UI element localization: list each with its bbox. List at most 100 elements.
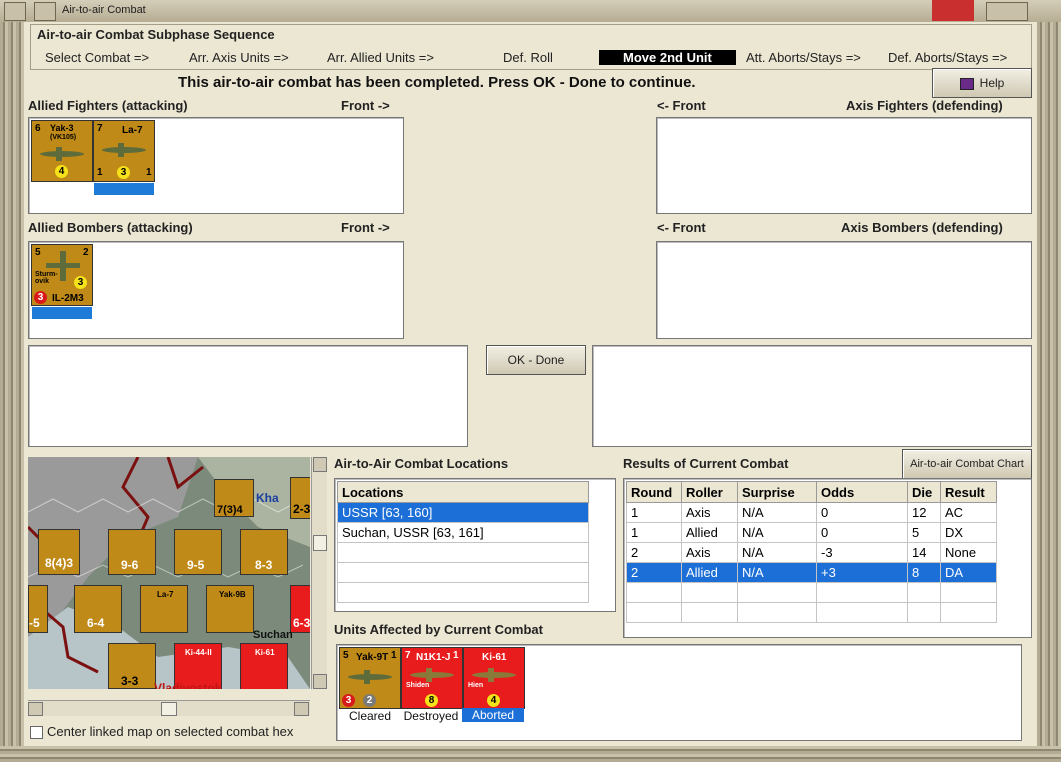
results-row[interactable]: 1 Allied N/A 0 5 DX [626, 522, 997, 543]
results-cell: 1 [626, 502, 682, 523]
map-unit-strength: 9-6 [121, 558, 139, 572]
map-air-unit-name: Ki-61 [255, 648, 275, 657]
restore-icon[interactable] [986, 2, 1028, 21]
results-cell: 0 [816, 522, 908, 543]
map-air-unit-yak-9b[interactable]: Yak-9B [206, 585, 254, 633]
map-unit-strength: 6-3 [293, 616, 310, 630]
unit-top-right: 1 [453, 650, 459, 661]
results-row[interactable]: 2 Axis N/A -3 14 None [626, 542, 997, 563]
results-header-row: Round Roller Surprise Odds Die Result [626, 481, 997, 503]
map-air-unit-la-7[interactable]: La-7 [140, 585, 188, 633]
results-cell: -3 [816, 542, 908, 563]
affected-unit-n1k1-j[interactable]: 7 N1K1-J 1 Shiden 8 [401, 647, 463, 709]
axis-fighters-panel[interactable] [656, 117, 1032, 214]
results-cell: Allied [681, 522, 738, 543]
unit-sub: Hien [468, 682, 484, 689]
locations-list[interactable]: Locations USSR [63, 160] Suchan, USSR [6… [334, 478, 616, 612]
locations-column-header: Locations [337, 481, 589, 503]
unit-name: Yak-3 [50, 123, 74, 133]
unit-circle-value: 3 [117, 166, 130, 179]
unit-counter-yak-3[interactable]: 6 Yak-3 (VK105) 4 [31, 120, 93, 182]
results-cell: 2 [626, 542, 682, 563]
map-unit-infantry-5[interactable]: 3-3 [108, 643, 156, 689]
affected-unit-yak-9t[interactable]: 5 Yak-9T 1 3 2 [339, 647, 401, 709]
system-menu-icon[interactable] [4, 2, 26, 21]
map-unit-infantry-2[interactable]: 9-5 [174, 529, 222, 575]
affected-unit-ki-61[interactable]: Ki-61 Hien 4 [463, 647, 525, 709]
results-cell: 5 [907, 522, 941, 543]
subphase-group: Air-to-air Combat Subphase Sequence Sele… [30, 24, 1032, 70]
air-combat-chart-button[interactable]: Air-to-air Combat Chart [902, 449, 1032, 479]
map-unit-infantry-1[interactable]: 8(4)3 [38, 529, 80, 575]
help-button[interactable]: Help [932, 68, 1032, 98]
affected-status-aborted: Aborted [462, 708, 524, 722]
affected-status-cleared: Cleared [348, 709, 392, 723]
map-scroll-left-icon[interactable] [28, 702, 43, 716]
allied-bombers-front-label: Front -> [341, 220, 390, 235]
map-air-unit-name: Yak-9B [219, 590, 246, 599]
map-unit-edge-3[interactable]: -5 [28, 585, 48, 633]
map-unit-infantry-4[interactable]: 6-4 [74, 585, 122, 633]
map-unit-hq[interactable]: 7(3)4 [214, 479, 254, 517]
results-row[interactable] [626, 602, 997, 623]
results-table: Round Roller Surprise Odds Die Result 1A… [626, 481, 997, 623]
location-row[interactable] [337, 562, 589, 583]
unit-circle-value: 4 [55, 165, 68, 178]
map-horizontal-scrollbar[interactable] [28, 700, 310, 716]
minimize-icon[interactable] [34, 2, 56, 21]
results-row[interactable]: 1 Axis N/A 0 12 AC [626, 502, 997, 523]
location-row[interactable] [337, 542, 589, 563]
allied-fighters-panel[interactable]: 6 Yak-3 (VK105) 4 7 La-7 1 3 1 [28, 117, 404, 214]
results-row[interactable]: 2 Allied N/A +3 8 DA [626, 562, 997, 583]
map-unit-edge-1[interactable]: 2-3 [290, 477, 310, 519]
results-title: Results of Current Combat [623, 456, 789, 471]
unit-selected-bar [32, 307, 92, 319]
unit-bottom-right: 1 [146, 167, 152, 178]
map-air-unit-name: La-7 [157, 590, 174, 599]
map-unit-edge-2[interactable]: 6-3 [290, 585, 310, 633]
help-button-label: Help [979, 76, 1005, 90]
location-row[interactable]: Suchan, USSR [63, 161] [337, 522, 589, 543]
map-scroll-right-icon[interactable] [294, 702, 309, 716]
title-bar: Air-to-air Combat [0, 0, 1061, 23]
map-air-unit-ki-61[interactable]: Ki-61 [240, 643, 288, 689]
step-select-combat: Select Combat => [45, 50, 150, 65]
map-unit-strength: 8-3 [255, 558, 273, 572]
plane-icon [410, 668, 454, 682]
location-row[interactable] [337, 582, 589, 603]
unit-counter-la-7[interactable]: 7 La-7 1 3 1 [93, 120, 155, 195]
location-row[interactable]: USSR [63, 160] [337, 502, 589, 523]
unit-bottom-left: 1 [97, 167, 103, 178]
location-cell: Suchan, USSR [63, 161] [337, 522, 589, 543]
locations-table: Locations USSR [63, 160] Suchan, USSR [6… [337, 481, 589, 603]
map-unit-armor[interactable]: 9-6 [108, 529, 156, 575]
results-cell: 2 [626, 562, 682, 583]
map-scroll-up-icon[interactable] [313, 457, 327, 472]
ok-done-button[interactable]: OK - Done [486, 345, 586, 375]
unit-sub: (VK105) [50, 134, 77, 141]
subphase-group-label: Air-to-air Combat Subphase Sequence [37, 27, 275, 42]
results-row[interactable] [626, 582, 997, 603]
map-vertical-scrollbar[interactable] [311, 457, 327, 689]
axis-bombers-panel[interactable] [656, 241, 1032, 339]
center-map-checkbox[interactable] [30, 726, 43, 739]
affected-units-panel[interactable]: 5 Yak-9T 1 3 2 Cleared 7 N1K1-J 1 Shiden… [336, 644, 1022, 741]
map-scroll-thumb[interactable] [313, 535, 327, 551]
unit-sub: Sturm-ovik [35, 271, 58, 285]
plane-icon [348, 670, 392, 684]
affected-status-destroyed: Destroyed [403, 709, 459, 723]
axis-combat-log [592, 345, 1032, 447]
close-button[interactable] [932, 0, 974, 21]
map-scroll-down-icon[interactable] [313, 674, 327, 689]
axis-fighters-label: Axis Fighters (defending) [846, 98, 1003, 113]
results-list[interactable]: Round Roller Surprise Odds Die Result 1A… [623, 478, 1032, 638]
linked-map[interactable]: 7(3)4 8(4)3 9-6 9-5 8-3 6-4 2-3 6-3 3-3 … [28, 457, 310, 689]
map-scroll-hthumb[interactable] [161, 702, 177, 716]
map-unit-infantry-3[interactable]: 8-3 [240, 529, 288, 575]
results-cell: +3 [816, 562, 908, 583]
frame-left [0, 22, 24, 762]
results-cell: 1 [626, 522, 682, 543]
unit-name: N1K1-J [416, 652, 451, 663]
allied-bombers-panel[interactable]: 5 2 Sturm-ovik 3 3 IL-2M3 [28, 241, 404, 339]
unit-counter-il-2m3[interactable]: 5 2 Sturm-ovik 3 3 IL-2M3 [31, 244, 93, 319]
